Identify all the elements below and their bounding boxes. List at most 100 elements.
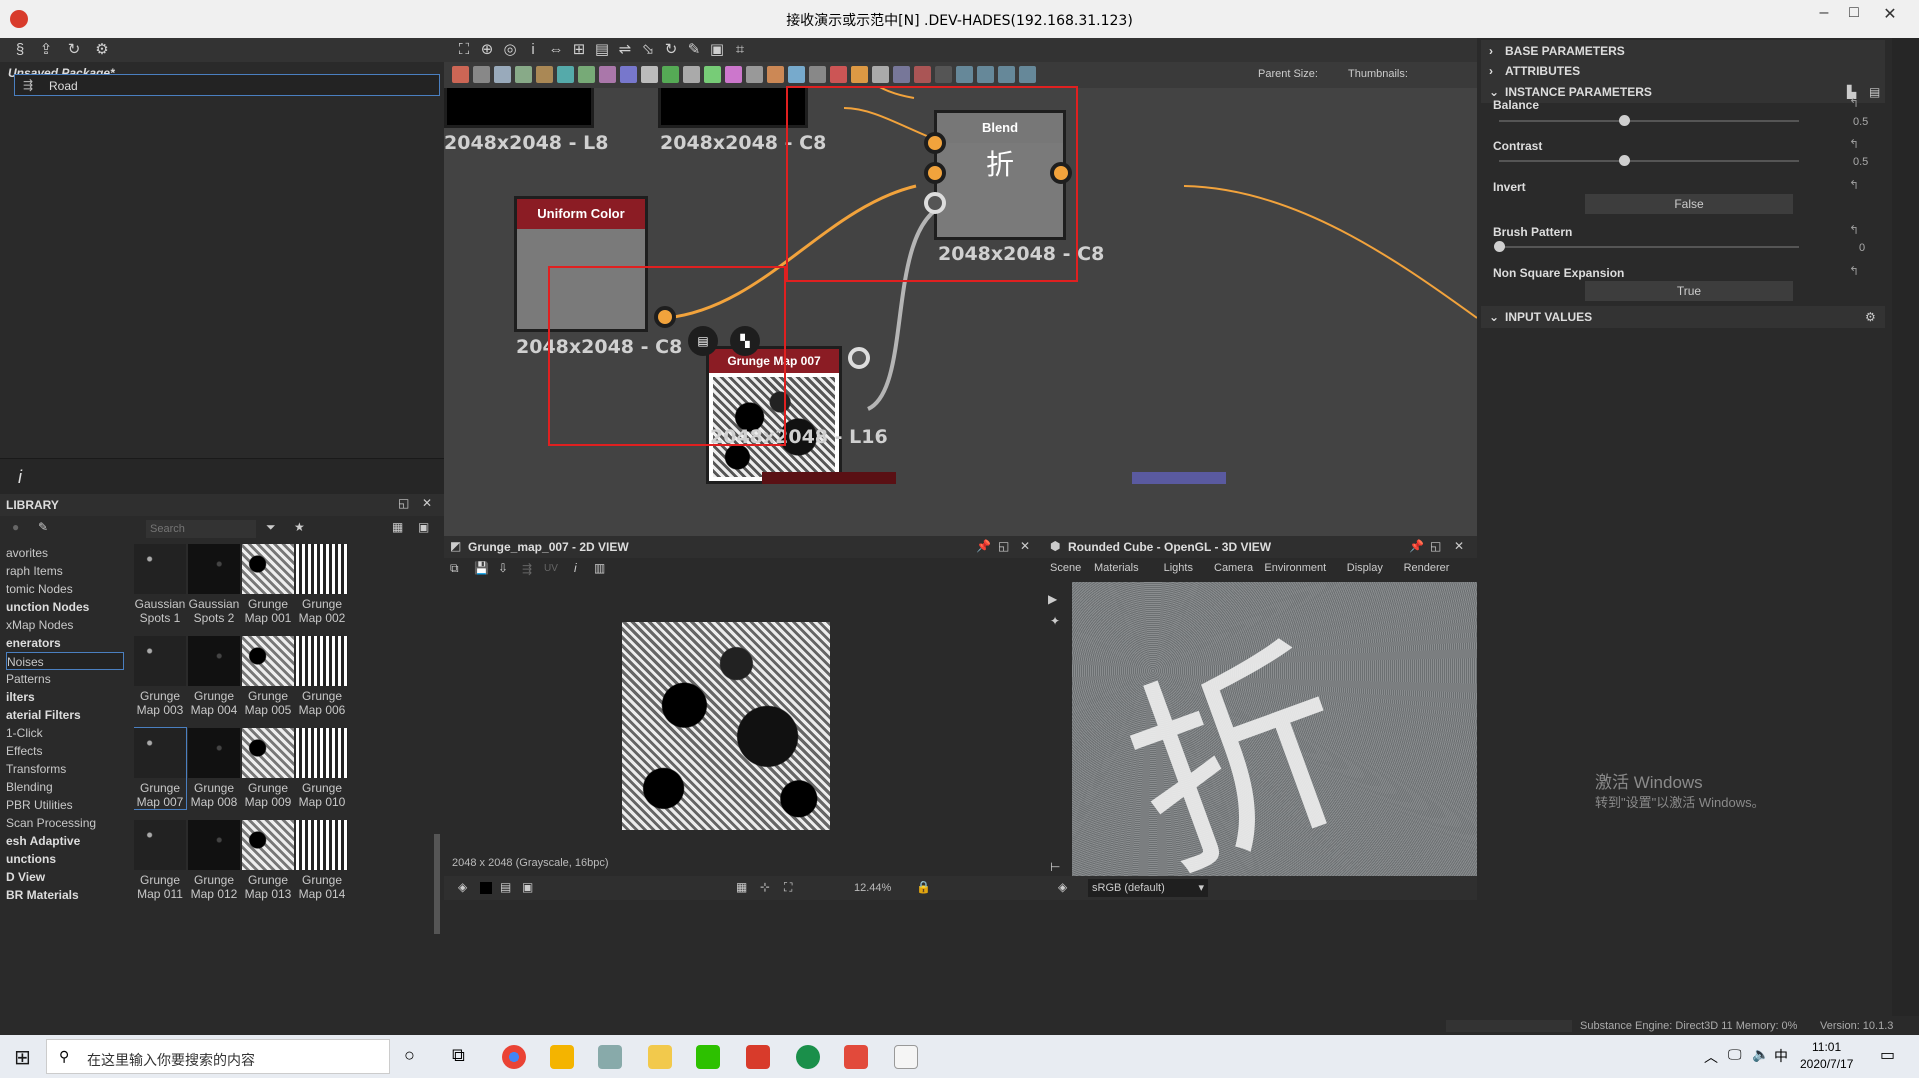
volume-icon[interactable]: 🔈	[1752, 1046, 1769, 1063]
graph-tool-icon[interactable]: ⌗	[730, 40, 750, 60]
pin-icon[interactable]: 📌	[976, 539, 991, 553]
node-shortcut-icon[interactable]	[494, 66, 511, 83]
view2d-info-icon[interactable]: i	[574, 561, 577, 575]
brush-slider-handle[interactable]	[1494, 241, 1505, 252]
node-shortcut-icon[interactable]	[977, 66, 994, 83]
view3d-float-icon[interactable]: ◱	[1430, 539, 1441, 553]
node-shortcut-icon[interactable]	[809, 66, 826, 83]
library-item[interactable]: Grunge Map 010	[296, 728, 348, 809]
close-button[interactable]: ✕	[1876, 4, 1904, 26]
library-category[interactable]: esh Adaptive	[6, 832, 124, 850]
ime-indicator[interactable]: 中	[1774, 1046, 1788, 1066]
library-item[interactable]: Grunge Map 008	[188, 728, 240, 809]
invert-toggle[interactable]: False	[1585, 194, 1793, 214]
node-shortcut-icon[interactable]	[1019, 66, 1036, 83]
library-category[interactable]: Effects	[6, 742, 124, 760]
graph-item-road[interactable]: ⇶ Road	[14, 74, 440, 96]
nse-reset-icon[interactable]: ↰	[1849, 264, 1859, 278]
graph-tool-icon[interactable]: ⬂	[638, 40, 658, 60]
contrast-slider[interactable]	[1499, 155, 1799, 166]
task-view-icon[interactable]: ⧉	[452, 1045, 465, 1066]
node-shortcut-icon[interactable]	[725, 66, 742, 83]
list-view-icon[interactable]: ▣	[418, 520, 429, 534]
clock-date[interactable]: 2020/7/17	[1800, 1057, 1853, 1071]
graph-tool-icon[interactable]: ⇌	[615, 40, 635, 60]
favorite-icon[interactable]: ★	[294, 520, 305, 534]
layers-icon[interactable]: ◈	[458, 880, 467, 894]
nse-toggle[interactable]: True	[1585, 281, 1793, 301]
taskbar-search-box[interactable]: ⚲ 在这里输入你要搜索的内容	[46, 1039, 390, 1074]
node-shortcut-icon[interactable]	[683, 66, 700, 83]
app-icon-4[interactable]	[844, 1045, 868, 1069]
view2d-float-icon[interactable]: ◱	[998, 539, 1009, 553]
checker-toggle-icon[interactable]: ▤	[500, 880, 511, 894]
lock-icon[interactable]: 🔒	[916, 880, 931, 894]
image-icon[interactable]: ▣	[522, 880, 533, 894]
graph-tool-icon[interactable]: ↻	[661, 40, 681, 60]
app-icon-2[interactable]	[598, 1045, 622, 1069]
export-params-icon[interactable]: ▤	[1869, 81, 1880, 103]
library-item[interactable]: Grunge Map 009	[242, 728, 294, 809]
view3d-menu-item[interactable]: Renderer	[1404, 562, 1450, 574]
view3d-menu-item[interactable]: Lights	[1164, 562, 1193, 574]
info-icon[interactable]: i	[18, 467, 22, 488]
start-icon[interactable]: ⊞	[14, 1045, 31, 1070]
fit-icon[interactable]: ⛶	[784, 880, 792, 895]
grunge-output-pin[interactable]	[848, 347, 870, 369]
library-scrollbar[interactable]	[434, 834, 440, 934]
node-shortcut-icon[interactable]	[704, 66, 721, 83]
node-shortcut-icon[interactable]	[620, 66, 637, 83]
tree-icon[interactable]: ⊢	[1050, 860, 1060, 874]
texture-preview[interactable]	[622, 622, 830, 830]
graph-tool-icon[interactable]: ⇔	[546, 40, 566, 60]
node-shortcut-icon[interactable]	[599, 66, 616, 83]
node-shortcut-icon[interactable]	[557, 66, 574, 83]
background-color-swatch[interactable]	[480, 882, 492, 894]
library-category[interactable]: Scan Processing	[6, 814, 124, 832]
gear-icon[interactable]: ⚙	[1865, 306, 1876, 328]
maximize-button[interactable]: □	[1840, 4, 1868, 26]
brush-reset-icon[interactable]: ↰	[1849, 223, 1859, 237]
library-category[interactable]: enerators	[6, 634, 124, 652]
balance-value[interactable]: 0.5	[1853, 116, 1868, 128]
upload-icon[interactable]: ⇪	[36, 40, 56, 60]
float-icon[interactable]: ◱	[398, 496, 409, 510]
settings-icon[interactable]: ⚙	[92, 40, 112, 60]
library-category[interactable]: Patterns	[6, 670, 124, 688]
graph-tool-icon[interactable]: ▤	[592, 40, 612, 60]
balance-slider[interactable]	[1499, 115, 1799, 126]
axis-icon[interactable]: ⊹	[760, 880, 770, 894]
library-item[interactable]: Grunge Map 014	[296, 820, 348, 901]
graph-tool-icon[interactable]: i	[523, 40, 543, 60]
library-category[interactable]: unctions	[6, 850, 124, 868]
view3d-menu-item[interactable]: Scene	[1050, 562, 1081, 574]
node-partial-bottom-1[interactable]	[762, 472, 896, 484]
library-item[interactable]: Grunge Map 013	[242, 820, 294, 901]
node-shortcut-icon[interactable]	[893, 66, 910, 83]
node-partial-bottom-2[interactable]	[1132, 472, 1226, 484]
library-category[interactable]: BR Materials	[6, 886, 124, 904]
graph-tool-icon[interactable]: ◎	[500, 40, 520, 60]
brush-pattern-slider[interactable]	[1494, 241, 1799, 252]
camera-icon[interactable]: ▶	[1048, 592, 1057, 606]
invert-reset-icon[interactable]: ↰	[1849, 178, 1859, 192]
node-shortcut-icon[interactable]	[746, 66, 763, 83]
view2d-close-icon[interactable]: ✕	[1020, 539, 1030, 553]
library-item[interactable]: Grunge Map 003	[134, 636, 186, 717]
notification-icon[interactable]: ▭	[1880, 1045, 1895, 1065]
grid-view-icon[interactable]: ▦	[392, 520, 403, 534]
wechat-icon[interactable]	[696, 1045, 720, 1069]
base-parameters-section[interactable]: › BASE PARAMETERS	[1481, 40, 1885, 62]
node-shortcut-icon[interactable]	[662, 66, 679, 83]
node-shortcut-icon[interactable]	[767, 66, 784, 83]
app-icon-1[interactable]	[550, 1045, 574, 1069]
zoom-level[interactable]: 12.44%	[854, 882, 891, 894]
app-icon-5[interactable]	[894, 1045, 918, 1069]
window-scrollbar[interactable]	[1894, 38, 1919, 1016]
library-category[interactable]: unction Nodes	[6, 598, 124, 616]
histogram-icon[interactable]: ▥	[594, 561, 605, 575]
brush-pattern-value[interactable]: 0	[1859, 242, 1865, 254]
graph-tool-icon[interactable]: ⊞	[569, 40, 589, 60]
library-category[interactable]: raph Items	[6, 562, 124, 580]
node-shortcut-icon[interactable]	[830, 66, 847, 83]
